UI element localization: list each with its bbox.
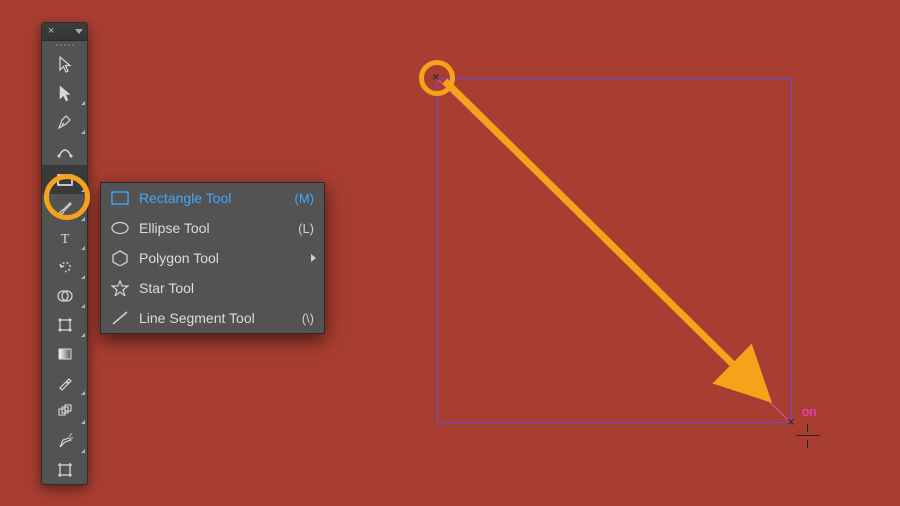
tool-symbol-sprayer[interactable] [42, 426, 87, 455]
diagonal-guide-line [437, 78, 792, 423]
polygon-icon [109, 250, 131, 266]
rectangle-icon [109, 191, 131, 205]
tool-eyedropper[interactable] [42, 368, 87, 397]
highlight-circle-start [419, 60, 455, 96]
flyout-item-label: Line Segment Tool [139, 310, 302, 326]
tool-paintbrush[interactable] [42, 194, 87, 223]
flyout-item-rectangle[interactable]: Rectangle Tool (M) [101, 183, 324, 213]
tool-artboard[interactable] [42, 455, 87, 484]
flyout-item-shortcut: (M) [295, 191, 315, 206]
flyout-item-star[interactable]: Star Tool [101, 273, 324, 303]
flyout-item-polygon[interactable]: Polygon Tool [101, 243, 324, 273]
flyout-item-label: Polygon Tool [139, 250, 314, 266]
anchor-end-mark: × [787, 415, 795, 430]
line-icon [109, 310, 131, 326]
tool-pen[interactable] [42, 107, 87, 136]
flyout-item-shortcut: (L) [298, 221, 314, 236]
drag-arrow-annotation [437, 73, 802, 438]
svg-text:T: T [60, 232, 69, 247]
crosshair-cursor [796, 424, 820, 448]
tool-curvature[interactable] [42, 136, 87, 165]
close-icon[interactable]: × [48, 26, 54, 37]
toolbar-header: × [42, 23, 87, 41]
flyout-item-label: Rectangle Tool [139, 190, 295, 206]
toolbar-grip[interactable] [42, 41, 87, 49]
tool-gradient[interactable] [42, 339, 87, 368]
star-icon [109, 280, 131, 296]
tool-free-transform[interactable] [42, 310, 87, 339]
flyout-item-label: Ellipse Tool [139, 220, 298, 236]
tool-type[interactable]: T [42, 223, 87, 252]
flyout-item-ellipse[interactable]: Ellipse Tool (L) [101, 213, 324, 243]
tool-direct-selection[interactable] [42, 78, 87, 107]
flyout-item-shortcut: (\) [302, 311, 314, 326]
smart-guide-label: on [802, 404, 816, 419]
toolbar-panel: × T [41, 22, 88, 485]
flyout-item-line[interactable]: Line Segment Tool (\) [101, 303, 324, 333]
tool-blend[interactable] [42, 397, 87, 426]
anchor-start-mark: × [432, 70, 440, 85]
flyout-item-label: Star Tool [139, 280, 314, 296]
expand-collapse-icon[interactable] [75, 29, 83, 34]
tool-rotate[interactable] [42, 252, 87, 281]
tool-selection[interactable] [42, 49, 87, 78]
tool-rectangle[interactable] [42, 165, 87, 194]
tool-shape-builder[interactable] [42, 281, 87, 310]
drawn-rectangle [437, 78, 792, 423]
submenu-arrow-icon [311, 254, 316, 262]
tool-list: T [42, 49, 87, 484]
ellipse-icon [109, 221, 131, 235]
shape-tool-flyout: Rectangle Tool (M) Ellipse Tool (L) Poly… [100, 182, 325, 334]
